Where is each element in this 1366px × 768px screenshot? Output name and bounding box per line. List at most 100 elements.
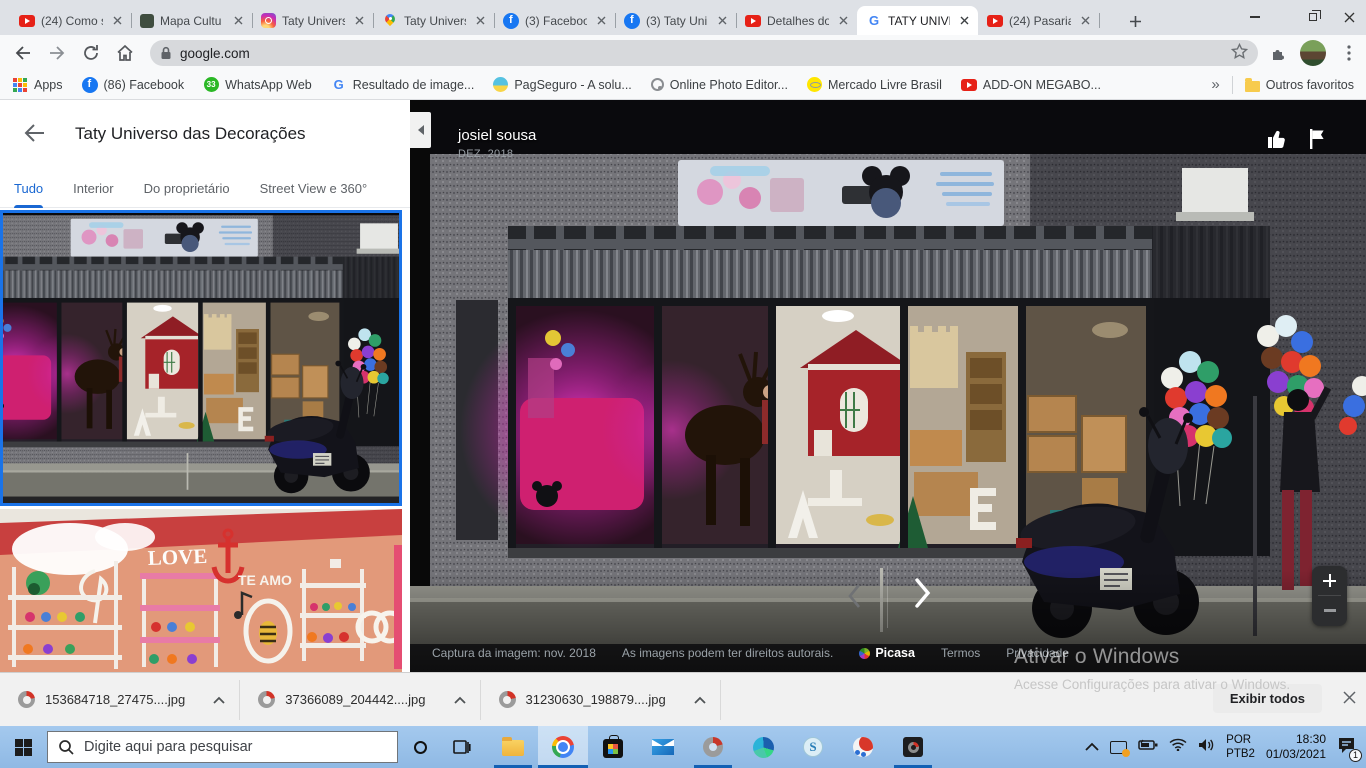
tab-close-icon[interactable] xyxy=(593,13,609,29)
tab-close-icon[interactable] xyxy=(714,13,730,29)
next-photo-arrow[interactable] xyxy=(912,576,932,615)
taskbar-edge[interactable] xyxy=(738,726,788,768)
bookmark-google-images[interactable]: Resultado de image... xyxy=(331,77,475,93)
avatar[interactable] xyxy=(1300,40,1326,66)
taskbar-file-explorer[interactable] xyxy=(488,726,538,768)
address-bar[interactable]: google.com xyxy=(150,40,1258,66)
clock[interactable]: 18:3001/03/2021 xyxy=(1266,732,1326,762)
new-tab-button[interactable] xyxy=(1122,8,1148,34)
main-photo[interactable] xyxy=(410,100,1366,672)
bookmark-mercadolivre[interactable]: Mercado Livre Brasil xyxy=(807,77,942,92)
taskbar-mail[interactable] xyxy=(638,726,688,768)
search-input[interactable] xyxy=(84,739,354,755)
browser-tab[interactable]: Taty Univers xyxy=(373,6,494,35)
collapse-panel-button[interactable] xyxy=(410,112,431,148)
bookmark-pagseguro[interactable]: PagSeguro - A solu... xyxy=(493,77,631,92)
forward-button[interactable] xyxy=(44,40,70,66)
start-button[interactable] xyxy=(0,726,46,768)
zoom-in-button[interactable] xyxy=(1312,566,1347,595)
chevron-up-icon[interactable] xyxy=(213,692,225,707)
tray-display-icon[interactable] xyxy=(1110,741,1127,754)
restore-button[interactable] xyxy=(1296,0,1330,34)
bookmark-facebook[interactable]: (86) Facebook xyxy=(82,77,185,93)
browser-tab-active[interactable]: TATY UNIVE xyxy=(857,6,978,35)
windows-activation-watermark: Ativar o Windows xyxy=(1014,645,1179,669)
youtube-icon xyxy=(745,15,761,27)
chevron-up-icon[interactable] xyxy=(454,692,466,707)
taskbar-photo-app[interactable] xyxy=(688,726,738,768)
thumbnail-interior[interactable]: LOVE TE AMO xyxy=(0,509,402,672)
tab-do-proprietario[interactable]: Do proprietário xyxy=(144,170,230,208)
browser-tab[interactable]: (3) Faceboo xyxy=(494,6,615,35)
bookmark-apps[interactable]: Apps xyxy=(12,77,63,93)
youtube-icon xyxy=(987,15,1003,27)
browser-tab[interactable]: Taty Univers xyxy=(252,6,373,35)
taskbar-store[interactable] xyxy=(588,726,638,768)
svg-text:TE AMO: TE AMO xyxy=(238,572,292,588)
minimize-button[interactable] xyxy=(1238,0,1272,34)
thumbs-up-icon[interactable] xyxy=(1266,128,1288,155)
home-button[interactable] xyxy=(112,40,138,66)
panel-back-button[interactable] xyxy=(22,120,48,151)
chevron-up-icon[interactable] xyxy=(694,692,706,707)
cortana-button[interactable] xyxy=(400,726,440,768)
tab-close-icon[interactable] xyxy=(230,13,246,29)
taskbar-chrome[interactable] xyxy=(538,726,588,768)
close-shelf-icon[interactable] xyxy=(1343,691,1356,709)
taskbar-photo-editor-app[interactable] xyxy=(838,726,888,768)
reload-button[interactable] xyxy=(78,40,104,66)
zoom-out-button[interactable] xyxy=(1312,596,1347,625)
tab-close-icon[interactable] xyxy=(351,13,367,29)
bookmark-youtube-addon[interactable]: ADD-ON MEGABO... xyxy=(961,78,1101,92)
language-indicator[interactable]: PORPTB2 xyxy=(1226,733,1255,761)
tab-close-icon[interactable] xyxy=(472,13,488,29)
facebook-icon xyxy=(624,13,640,29)
tab-street-view[interactable]: Street View e 360° xyxy=(260,170,368,208)
divider xyxy=(720,680,721,720)
download-item[interactable]: 31230630_198879....jpg xyxy=(481,673,720,726)
browser-tab[interactable]: (3) Taty Uni xyxy=(615,6,736,35)
tray-chevron-icon[interactable] xyxy=(1085,738,1099,756)
image-file-icon xyxy=(499,691,516,708)
browser-tab[interactable]: Detalhes do xyxy=(736,6,857,35)
terms-link[interactable]: Termos xyxy=(941,646,980,660)
whatsapp-icon: 33 xyxy=(204,77,219,92)
menu-icon[interactable] xyxy=(1336,40,1362,66)
battery-icon[interactable] xyxy=(1138,738,1158,756)
tab-interior[interactable]: Interior xyxy=(73,170,113,208)
previous-photo-arrow[interactable] xyxy=(846,582,862,615)
browser-tab[interactable]: Mapa Cultu xyxy=(131,6,252,35)
tab-close-icon[interactable] xyxy=(1077,13,1093,29)
picasa-attribution[interactable]: Picasa xyxy=(859,646,915,660)
bookmark-whatsapp[interactable]: 33WhatsApp Web xyxy=(203,77,312,93)
tab-close-icon[interactable] xyxy=(835,13,851,29)
download-item[interactable]: 153684718_27475....jpg xyxy=(0,673,239,726)
extensions-icon[interactable] xyxy=(1266,40,1292,66)
volume-icon[interactable] xyxy=(1198,738,1215,757)
thumbnail-storefront-selected[interactable] xyxy=(0,210,402,506)
bookmark-photo-editor[interactable]: Online Photo Editor... xyxy=(651,78,788,92)
browser-tab[interactable]: (24) Pasaria xyxy=(978,6,1099,35)
flag-icon[interactable] xyxy=(1308,128,1326,155)
bookmarks-overflow-chevron[interactable]: » xyxy=(1211,76,1219,93)
tab-close-icon[interactable] xyxy=(109,13,125,29)
download-item[interactable]: 37366089_204442....jpg xyxy=(240,673,479,726)
taskbar-search[interactable] xyxy=(47,731,398,763)
tab-tudo[interactable]: Tudo xyxy=(14,170,43,208)
close-window-button[interactable] xyxy=(1332,0,1366,34)
task-view-button[interactable] xyxy=(442,726,482,768)
browser-tab[interactable]: (24) Como s xyxy=(10,6,131,35)
notification-icon[interactable]: 1 xyxy=(1337,737,1356,758)
taskbar-dark-app[interactable] xyxy=(888,726,938,768)
image-file-icon xyxy=(18,691,35,708)
other-favorites-folder[interactable]: Outros favoritos xyxy=(1245,78,1354,92)
photo-author[interactable]: josiel sousa xyxy=(458,127,536,144)
taskbar-s-app[interactable]: S xyxy=(788,726,838,768)
windows-activation-watermark-line2: Acesse Configurações para ativar o Windo… xyxy=(1014,677,1290,692)
back-button[interactable] xyxy=(10,40,36,66)
site-icon xyxy=(140,14,154,28)
wifi-icon[interactable] xyxy=(1169,738,1187,756)
left-triangle-icon xyxy=(418,125,424,135)
tab-close-icon[interactable] xyxy=(956,13,972,29)
bookmark-star-icon[interactable] xyxy=(1231,43,1248,63)
